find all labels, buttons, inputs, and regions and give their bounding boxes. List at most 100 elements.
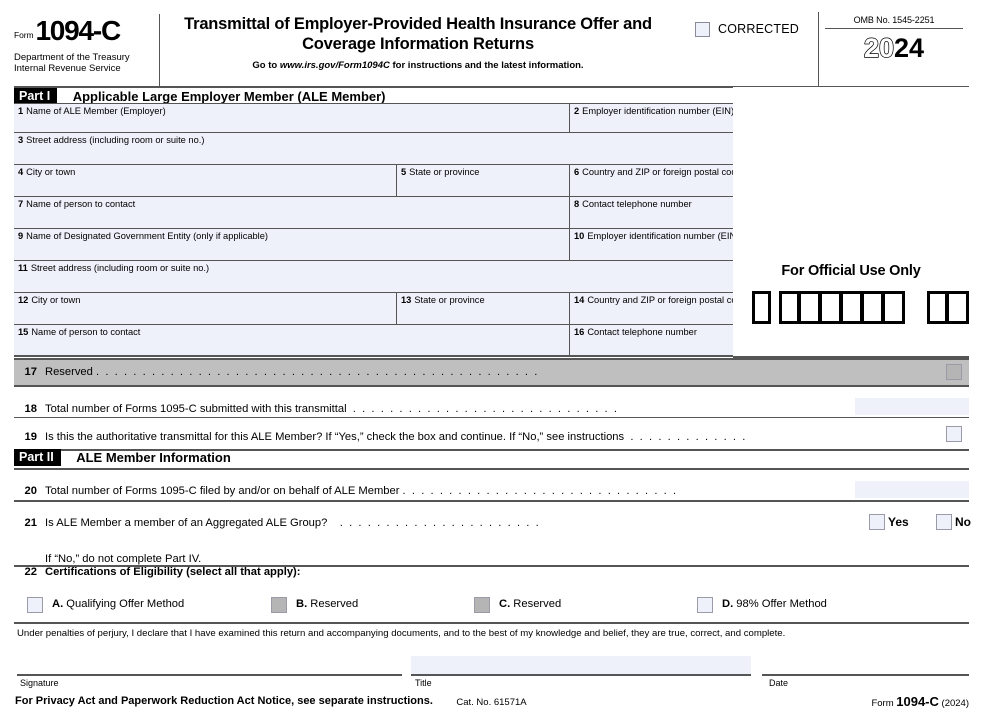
field-14-country-and-zip[interactable]: 14 Country and ZIP or foreign postal code — [570, 293, 747, 325]
official-use-box-9[interactable] — [947, 291, 969, 324]
line-18-bottom-rule — [14, 417, 969, 418]
field-row-4: 7 Name of person to contact 8 Contact tele… — [14, 197, 733, 229]
certification-b-checkbox[interactable] — [271, 597, 287, 613]
omb-number: OMB No. 1545-2251 — [853, 15, 935, 25]
field-10-number: 10 — [574, 231, 585, 241]
field-row-6: 11 Street address (including room or suit… — [14, 261, 733, 293]
field-row-1: 1 Name of ALE Member (Employer) 2 Employer… — [14, 104, 735, 133]
field-11-label: Street address (including room or suite … — [30, 263, 210, 273]
field-11-street-address[interactable]: 11 Street address (including room or suit… — [14, 261, 733, 293]
field-2-value[interactable] — [574, 117, 733, 129]
title-input-field[interactable] — [411, 656, 751, 674]
field-15-name-of-person-to-contact[interactable]: 15 Name of person to contact — [14, 325, 570, 357]
field-7-value[interactable] — [18, 210, 569, 222]
field-6-value[interactable] — [574, 178, 733, 190]
line-19-checkbox[interactable] — [946, 426, 962, 442]
field-6-country-and-zip[interactable]: 6 Country and ZIP or foreign postal code — [570, 165, 742, 197]
certification-c-letter: C. — [499, 598, 511, 610]
certification-b-letter: B. — [296, 598, 308, 610]
field-14-number: 14 — [574, 295, 585, 305]
field-13-value[interactable] — [401, 306, 569, 318]
line-20-value-field[interactable] — [855, 481, 969, 498]
official-use-box-1[interactable] — [752, 291, 772, 324]
line-17-top-rule — [14, 358, 969, 360]
line-21-no-checkbox[interactable] — [936, 514, 952, 530]
official-use-title: For Official Use Only — [781, 263, 921, 279]
corrected-label: CORRECTED — [718, 22, 799, 36]
certification-d-checkbox[interactable] — [697, 597, 713, 613]
tax-year-suffix: 24 — [894, 33, 925, 63]
field-14-value[interactable] — [574, 306, 733, 318]
page-title-line-1: Transmittal of Employer-Provided Health … — [184, 15, 652, 33]
line-20-number: 20 — [24, 485, 37, 497]
title-label: Title — [415, 678, 432, 688]
field-1-number: 1 — [18, 106, 24, 116]
field-12-value[interactable] — [18, 306, 396, 318]
field-8-value[interactable] — [574, 210, 733, 222]
field-13-label: State or province — [414, 295, 485, 305]
field-12-city-or-town[interactable]: 12 City or town — [14, 293, 397, 325]
official-use-box-3[interactable] — [800, 291, 822, 324]
field-16-contact-telephone-number[interactable]: 16 Contact telephone number — [570, 325, 733, 357]
field-15-value[interactable] — [18, 338, 569, 350]
field-9-designated-government-entity[interactable]: 9 Name of Designated Government Entity (o… — [14, 229, 570, 261]
field-16-value[interactable] — [574, 338, 733, 350]
field-5-state-or-province[interactable]: 5 State or province — [397, 165, 570, 197]
field-1-value[interactable] — [18, 117, 569, 129]
field-3-street-address[interactable]: 3 Street address (including room or suite… — [14, 133, 733, 165]
official-use-box-6[interactable] — [863, 291, 885, 324]
tax-year-century: 20 — [863, 32, 894, 63]
field-9-value[interactable] — [18, 242, 569, 254]
field-14-label: Country and ZIP or foreign postal code — [587, 295, 747, 305]
field-13-state-or-province[interactable]: 13 State or province — [397, 293, 570, 325]
line-18-number: 18 — [24, 403, 37, 415]
field-10-label: Employer identification number (EIN) — [587, 231, 740, 241]
official-use-box-5[interactable] — [842, 291, 864, 324]
field-2-label: Employer identification number (EIN) — [582, 106, 735, 116]
footer-form-year: (2024) — [941, 698, 969, 709]
field-row-7: 12 City or town 13 State or province 14 Cou… — [14, 293, 747, 325]
corrected-checkbox[interactable] — [695, 22, 711, 37]
field-4-value[interactable] — [18, 178, 396, 190]
field-5-number: 5 — [401, 167, 407, 177]
line-17-checkbox[interactable] — [946, 364, 962, 380]
line-18-value-field[interactable] — [855, 398, 969, 415]
certification-b-label: Reserved — [310, 598, 359, 610]
field-3-value[interactable] — [18, 146, 733, 158]
official-use-box-8[interactable] — [926, 291, 948, 324]
field-4-city-or-town[interactable]: 4 City or town — [14, 165, 397, 197]
field-10-value[interactable] — [574, 242, 733, 254]
field-12-number: 12 — [18, 295, 29, 305]
line-21-yes-checkbox[interactable] — [869, 514, 885, 530]
omb-rule — [825, 28, 963, 29]
line-21-label: Is ALE Member a member of an Aggregated … — [45, 517, 328, 529]
field-1-name-of-ale-member[interactable]: 1 Name of ALE Member (Employer) — [14, 104, 570, 133]
field-2-ein[interactable]: 2 Employer identification number (EIN) — [570, 104, 735, 133]
field-5-value[interactable] — [401, 178, 569, 190]
field-3-label: Street address (including room or suite … — [26, 135, 205, 145]
certification-d-letter: D. — [722, 598, 734, 610]
for-official-use-only-panel: For Official Use Only — [733, 86, 969, 358]
form-header: Form 1094-C Department of the Treasury I… — [14, 12, 969, 86]
issuing-agency: Department of the Treasury Internal Reve… — [14, 52, 159, 75]
agency-line-2: Internal Revenue Service — [14, 63, 121, 75]
field-6-label: Country and ZIP or foreign postal code — [582, 167, 742, 177]
line-18-label: Total number of Forms 1095-C submitted w… — [45, 403, 347, 415]
footer-form-number: 1094-C — [896, 694, 939, 709]
field-15-label: Name of person to contact — [31, 327, 141, 337]
field-11-number: 11 — [18, 263, 28, 273]
official-use-box-2[interactable] — [779, 291, 801, 324]
official-use-box-7[interactable] — [884, 291, 906, 324]
certification-a-checkbox[interactable] — [27, 597, 43, 613]
official-use-box-4[interactable] — [821, 291, 843, 324]
date-rule — [762, 674, 969, 676]
irs-url-link[interactable]: www.irs.gov/Form1094C — [280, 60, 390, 71]
field-10-ein[interactable]: 10 Employer identification number (EIN) — [570, 229, 739, 261]
certification-c-checkbox[interactable] — [474, 597, 490, 613]
catalog-number: Cat. No. 61571A — [456, 697, 527, 708]
field-11-value[interactable] — [18, 274, 733, 286]
field-12-label: City or town — [31, 295, 81, 305]
field-7-name-of-person-to-contact[interactable]: 7 Name of person to contact — [14, 197, 570, 229]
field-8-contact-telephone-number[interactable]: 8 Contact telephone number — [570, 197, 733, 229]
line-21-number: 21 — [24, 517, 37, 529]
